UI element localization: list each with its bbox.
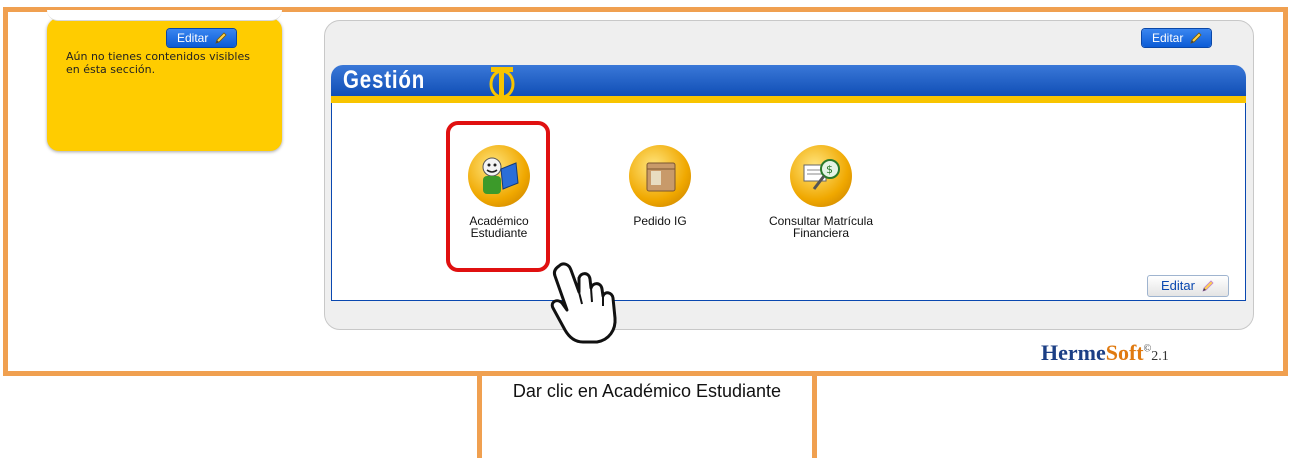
pencil-icon [1202, 280, 1214, 292]
highlight-box [446, 121, 550, 272]
empty-content-message: Aún no tienes contenidos visibles en ést… [66, 50, 250, 76]
box-package-icon [629, 145, 691, 207]
module-label: Consultar Matrícula Financiera [768, 214, 874, 240]
widget-edit-button[interactable]: Editar [167, 29, 237, 47]
svg-text:$: $ [826, 163, 833, 176]
pointing-hand-icon [550, 262, 617, 344]
module-pedido-ig[interactable]: Pedido IG [605, 145, 715, 227]
callout-text: Dar clic en Académico Estudiante [512, 381, 782, 401]
pencil-icon [1190, 32, 1202, 44]
panel-edit-label: Editar [1152, 31, 1184, 45]
empty-content-widget [47, 18, 282, 151]
instruction-callout: Dar clic en Académico Estudiante [477, 372, 817, 458]
hermesoft-logo: HermeSoft©2.1 [1041, 340, 1169, 366]
panel-edit-button[interactable]: Editar [1142, 29, 1212, 47]
panel-title: Gestión [343, 66, 426, 94]
widget-edit-label: Editar [177, 31, 209, 45]
modules-edit-button[interactable]: Editar [1147, 275, 1229, 297]
brand-name-part2: Soft [1105, 340, 1144, 365]
widget-top-tab [47, 10, 282, 21]
brand-version: 2.1 [1151, 349, 1169, 364]
pencil-icon [215, 32, 227, 44]
header-accent-strip [331, 96, 1246, 103]
module-label: Pedido IG [633, 214, 687, 228]
section-logo-icon [489, 67, 515, 99]
brand-name-part1: Herme [1041, 340, 1106, 365]
module-consultar-matricula-financiera[interactable]: $ Consultar Matrícula Financiera [766, 145, 876, 239]
money-search-icon: $ [790, 145, 852, 207]
modules-edit-label: Editar [1161, 278, 1195, 293]
